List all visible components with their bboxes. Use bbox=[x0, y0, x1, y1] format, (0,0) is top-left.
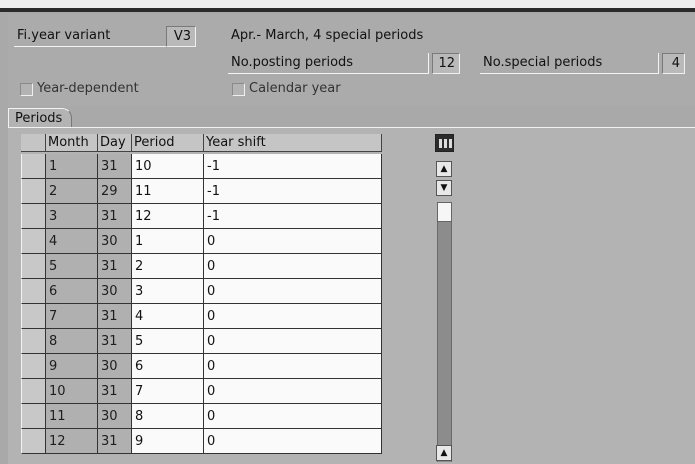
cell-month[interactable]: 2 bbox=[46, 179, 98, 204]
cell-month[interactable]: 3 bbox=[46, 204, 98, 229]
cell-month[interactable]: 12 bbox=[46, 429, 98, 454]
cell-day[interactable]: 30 bbox=[98, 354, 132, 379]
row-selector[interactable] bbox=[21, 229, 46, 254]
cell-year-shift[interactable]: 0 bbox=[204, 379, 382, 404]
row-selector[interactable] bbox=[21, 254, 46, 279]
row-selector[interactable] bbox=[21, 379, 46, 404]
cell-period[interactable]: 3 bbox=[132, 279, 204, 304]
scroll-thumb[interactable] bbox=[437, 202, 452, 222]
table-settings-icon[interactable] bbox=[435, 134, 454, 152]
row-selector[interactable] bbox=[21, 279, 46, 304]
cell-period[interactable]: 11 bbox=[132, 179, 204, 204]
cell-month[interactable]: 10 bbox=[46, 379, 98, 404]
cell-period[interactable]: 4 bbox=[132, 304, 204, 329]
cell-day[interactable]: 31 bbox=[98, 329, 132, 354]
cell-year-shift[interactable]: 0 bbox=[204, 304, 382, 329]
special-periods-label: No.special periods bbox=[480, 53, 659, 74]
cell-day[interactable]: 31 bbox=[98, 429, 132, 454]
year-dependent-checkbox[interactable] bbox=[20, 83, 33, 96]
cell-year-shift[interactable]: -1 bbox=[204, 179, 382, 204]
cell-day[interactable]: 31 bbox=[98, 204, 132, 229]
calendar-year-checkbox[interactable] bbox=[232, 83, 245, 96]
cell-day[interactable]: 30 bbox=[98, 229, 132, 254]
cell-month[interactable]: 5 bbox=[46, 254, 98, 279]
cell-period[interactable]: 9 bbox=[132, 429, 204, 454]
cell-month[interactable]: 1 bbox=[46, 154, 98, 179]
cell-period[interactable]: 2 bbox=[132, 254, 204, 279]
scroll-track[interactable] bbox=[437, 202, 452, 462]
cell-period[interactable]: 5 bbox=[132, 329, 204, 354]
window-top-border bbox=[0, 8, 695, 12]
cell-month[interactable]: 11 bbox=[46, 404, 98, 429]
cell-year-shift[interactable]: 0 bbox=[204, 229, 382, 254]
column-header-day[interactable]: Day bbox=[98, 134, 132, 152]
cell-year-shift[interactable]: -1 bbox=[204, 154, 382, 179]
cell-day[interactable]: 30 bbox=[98, 404, 132, 429]
cell-period[interactable]: 12 bbox=[132, 204, 204, 229]
cell-period[interactable]: 8 bbox=[132, 404, 204, 429]
posting-periods-label: No.posting periods bbox=[228, 53, 429, 74]
cell-day[interactable]: 29 bbox=[98, 179, 132, 204]
scroll-page-up-icon[interactable]: ▲ bbox=[436, 445, 452, 461]
tab-periods[interactable]: Periods bbox=[8, 108, 72, 128]
window-top-band bbox=[0, 0, 695, 8]
scroll-up-icon[interactable]: ▲ bbox=[436, 161, 452, 177]
cell-year-shift[interactable]: -1 bbox=[204, 204, 382, 229]
row-selector[interactable] bbox=[21, 429, 46, 454]
special-periods-field[interactable]: 4 bbox=[662, 53, 685, 74]
cell-year-shift[interactable]: 0 bbox=[204, 329, 382, 354]
row-selector[interactable] bbox=[21, 354, 46, 379]
row-selector[interactable] bbox=[21, 304, 46, 329]
cell-month[interactable]: 6 bbox=[46, 279, 98, 304]
fiscal-year-variant-description: Apr.- March, 4 special periods bbox=[231, 28, 424, 43]
cell-month[interactable]: 7 bbox=[46, 304, 98, 329]
row-selector[interactable] bbox=[21, 404, 46, 429]
cell-year-shift[interactable]: 0 bbox=[204, 279, 382, 304]
column-header-month[interactable]: Month bbox=[46, 134, 98, 152]
row-selector[interactable] bbox=[21, 204, 46, 229]
cell-year-shift[interactable]: 0 bbox=[204, 404, 382, 429]
column-header-year-shift[interactable]: Year shift bbox=[204, 134, 382, 152]
row-selector[interactable] bbox=[21, 179, 46, 204]
cell-day[interactable]: 30 bbox=[98, 279, 132, 304]
calendar-year-label: Calendar year bbox=[249, 81, 341, 96]
scroll-down-icon[interactable]: ▼ bbox=[436, 180, 452, 196]
cell-period[interactable]: 1 bbox=[132, 229, 204, 254]
select-all-cell[interactable] bbox=[21, 134, 46, 152]
cell-period[interactable]: 6 bbox=[132, 354, 204, 379]
cell-period[interactable]: 10 bbox=[132, 154, 204, 179]
posting-periods-field[interactable]: 12 bbox=[432, 53, 460, 74]
table-scrollbar[interactable]: ▲ ▼ ▲ bbox=[434, 134, 456, 463]
cell-day[interactable]: 31 bbox=[98, 254, 132, 279]
year-dependent-label: Year-dependent bbox=[37, 81, 139, 96]
cell-year-shift[interactable]: 0 bbox=[204, 354, 382, 379]
cell-month[interactable]: 4 bbox=[46, 229, 98, 254]
cell-month[interactable]: 8 bbox=[46, 329, 98, 354]
cell-day[interactable]: 31 bbox=[98, 154, 132, 179]
cell-year-shift[interactable]: 0 bbox=[204, 254, 382, 279]
cell-year-shift[interactable]: 0 bbox=[204, 429, 382, 454]
fiscal-year-variant-field[interactable]: V3 bbox=[166, 26, 196, 47]
cell-period[interactable]: 7 bbox=[132, 379, 204, 404]
row-selector[interactable] bbox=[21, 154, 46, 179]
fiscal-year-variant-label: Fi.year variant bbox=[14, 26, 168, 47]
cell-month[interactable]: 9 bbox=[46, 354, 98, 379]
row-selector[interactable] bbox=[21, 329, 46, 354]
cell-day[interactable]: 31 bbox=[98, 304, 132, 329]
cell-day[interactable]: 31 bbox=[98, 379, 132, 404]
column-header-period[interactable]: Period bbox=[132, 134, 204, 152]
